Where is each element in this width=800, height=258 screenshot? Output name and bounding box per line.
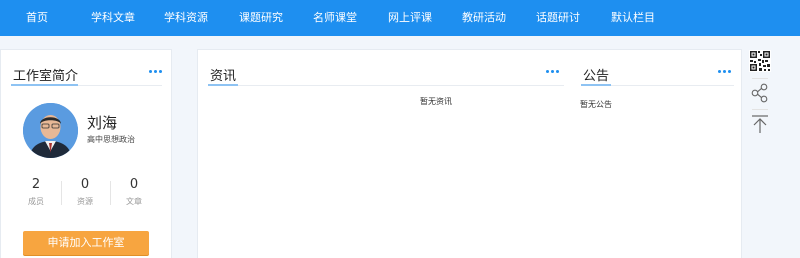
join-studio-button[interactable]: 申请加入工作室 — [23, 231, 149, 255]
nav-item-classroom[interactable]: 名师课堂 — [313, 0, 357, 36]
nav-item-default[interactable]: 默认栏目 — [611, 0, 655, 36]
news-notice-panel: 资讯 暂无资讯 公告 暂无公告 — [197, 49, 742, 258]
more-icon[interactable] — [718, 69, 732, 75]
nav-item-activities[interactable]: 教研活动 — [462, 0, 506, 36]
title-underline — [11, 84, 78, 86]
stat-label: 成员 — [28, 197, 44, 206]
back-to-top-icon[interactable] — [749, 113, 771, 135]
title-divider — [78, 85, 162, 86]
nav-item-lesson-review[interactable]: 网上评课 — [388, 0, 432, 36]
stat-value: 0 — [80, 177, 90, 192]
stat-articles[interactable]: 0 文章 — [109, 177, 159, 207]
news-empty-text: 暂无资讯 — [420, 97, 452, 106]
title-divider — [611, 85, 734, 86]
more-icon[interactable] — [546, 69, 560, 75]
nav-item-topics[interactable]: 话题研讨 — [536, 0, 580, 36]
qr-code-icon[interactable] — [749, 50, 771, 72]
title-underline — [581, 84, 611, 86]
profile-subject: 高中思想政治 — [87, 135, 135, 144]
stat-label: 资源 — [77, 197, 93, 206]
avatar — [23, 103, 78, 158]
title-divider — [238, 85, 564, 86]
side-divider — [752, 78, 768, 79]
profile-name: 刘海 — [87, 114, 118, 132]
more-icon[interactable] — [149, 69, 163, 75]
title-underline — [208, 84, 238, 86]
studio-intro-panel: 工作室简介 刘海 高中思想政治 2 成员 0 资源 0 文章 申请加入工作室 — [0, 49, 172, 258]
notice-empty-text: 暂无公告 — [580, 100, 612, 109]
stat-value: 0 — [129, 177, 139, 192]
nav-item-research[interactable]: 课题研究 — [239, 0, 283, 36]
top-navigation: 首页 学科文章 学科资源 课题研究 名师课堂 网上评课 教研活动 话题研讨 默认… — [0, 0, 800, 36]
share-icon[interactable] — [749, 82, 771, 104]
nav-item-articles[interactable]: 学科文章 — [91, 0, 135, 36]
stat-members[interactable]: 2 成员 — [11, 177, 61, 207]
stat-value: 2 — [31, 177, 41, 192]
side-divider — [752, 109, 768, 110]
nav-item-home[interactable]: 首页 — [26, 0, 48, 36]
nav-item-resources[interactable]: 学科资源 — [164, 0, 208, 36]
stat-label: 文章 — [126, 197, 142, 206]
stat-resources[interactable]: 0 资源 — [60, 177, 110, 207]
